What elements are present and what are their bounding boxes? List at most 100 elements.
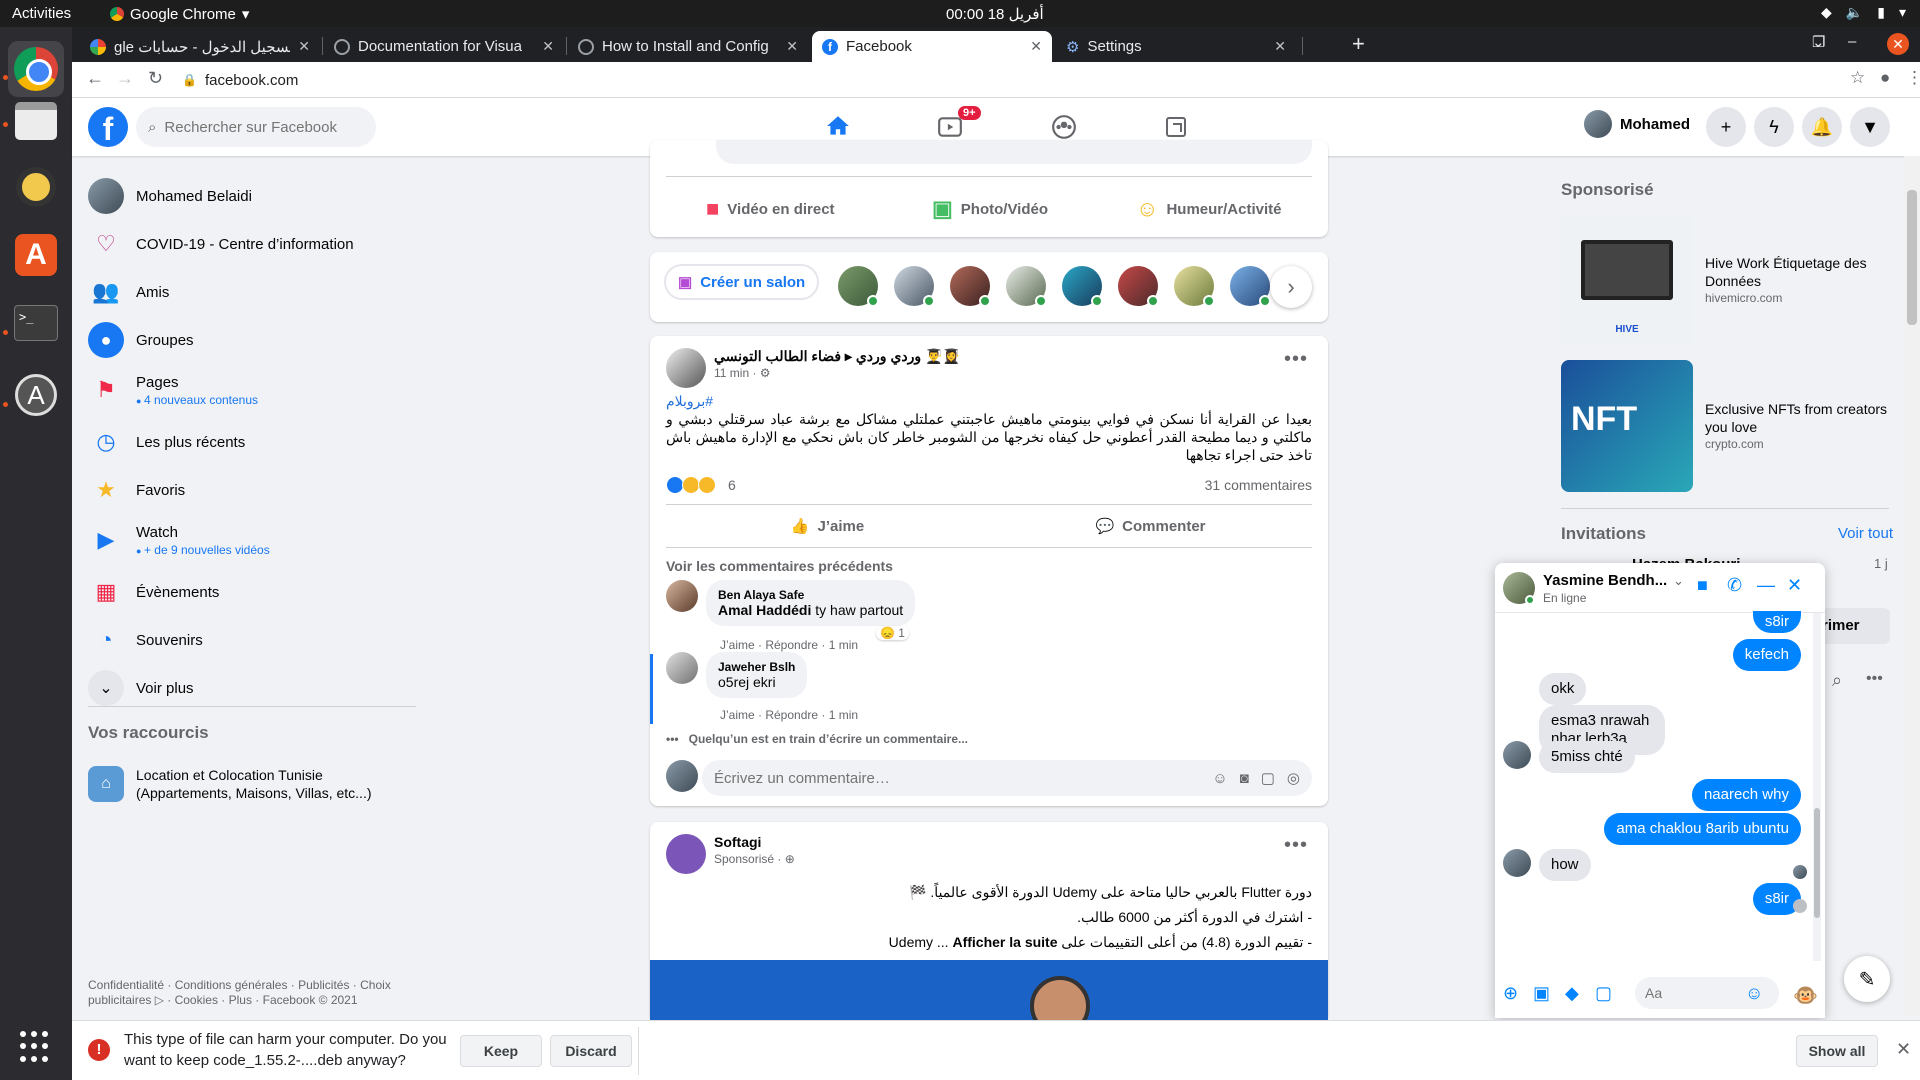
sticker-icon[interactable]: ◎	[1287, 769, 1300, 787]
tab-facebook[interactable]: f Facebook ✕	[812, 31, 1052, 62]
room-contact-avatar[interactable]	[1118, 266, 1159, 307]
reaction-summary[interactable]: 6	[666, 476, 736, 494]
ad-image[interactable]	[650, 960, 1328, 1020]
tab-google-login[interactable]: gle تسجيل الدخول - حسابات ✕	[80, 31, 320, 62]
notifications-button[interactable]: 🔔	[1802, 107, 1842, 147]
facebook-search[interactable]: ⌕	[136, 107, 376, 147]
plus-circle-icon[interactable]: ⊕	[1503, 983, 1518, 1004]
gif-icon[interactable]: ▢	[1261, 769, 1275, 787]
profile-icon[interactable]: ●	[1880, 68, 1890, 88]
comments-count[interactable]: 31 commentaires	[1205, 477, 1312, 493]
chat-input[interactable]	[1645, 985, 1745, 1001]
sticker-icon[interactable]: ◆	[1565, 983, 1579, 1004]
ad-thumbnail-nft[interactable]: NFT	[1561, 360, 1693, 492]
sidebar-item-watch[interactable]: ▶ Watch + de 9 nouvelles vidéos	[80, 514, 420, 566]
create-button[interactable]: +	[1706, 107, 1746, 147]
confirm-button[interactable]: rimer	[1820, 608, 1890, 644]
sidebar-item-groups[interactable]: ● Groupes	[80, 316, 420, 364]
sidebar-item-recent[interactable]: ◷ Les plus récents	[80, 418, 420, 466]
footer-links[interactable]: Confidentialité · Conditions générales ·…	[88, 978, 408, 1008]
bookmark-star-icon[interactable]: ☆	[1850, 68, 1865, 88]
dock-updater[interactable]: A	[8, 367, 64, 423]
address-bar[interactable]: 🔒 facebook.com	[182, 66, 1882, 94]
comment-author[interactable]: Ben Alaya Safe	[718, 588, 903, 602]
avatar[interactable]	[666, 348, 706, 388]
sidebar-item-events[interactable]: ▦ Évènements	[80, 568, 420, 616]
more-options-icon[interactable]: •••	[1284, 834, 1308, 857]
photo-icon[interactable]: ▣	[1533, 983, 1550, 1004]
post-author[interactable]: Softagi	[714, 834, 761, 850]
chevron-right-icon[interactable]: ›	[1270, 266, 1312, 308]
emoji-icon[interactable]: ☺	[1212, 770, 1227, 787]
close-icon[interactable]: ✕	[1787, 575, 1802, 596]
gif-icon[interactable]: ▢	[1595, 983, 1612, 1004]
dock-software[interactable]: A	[8, 227, 64, 283]
messenger-button[interactable]: ϟ	[1754, 107, 1794, 147]
sidebar-item-favorites[interactable]: ★ Favoris	[80, 466, 420, 514]
comment-composer[interactable]: ☺ ◙ ▢ ◎	[702, 760, 1312, 796]
room-contact-avatar[interactable]	[1006, 266, 1047, 307]
window-close-button[interactable]: ✕	[1887, 33, 1909, 55]
sidebar-item-profile[interactable]: Mohamed Belaidi	[80, 172, 420, 220]
avatar[interactable]	[666, 834, 706, 874]
more-options-icon[interactable]: •••	[1284, 348, 1308, 371]
tab-settings[interactable]: ⚙ Settings ✕	[1056, 31, 1296, 62]
tab-documentation[interactable]: Documentation for Visua ✕	[324, 31, 564, 62]
page-scrollbar-thumb[interactable]	[1907, 190, 1917, 325]
feeling-button[interactable]: ☺ Humeur/Activité	[1136, 196, 1282, 222]
close-icon[interactable]: ✕	[1030, 38, 1042, 55]
sidebar-see-more[interactable]: ⌄ Voir plus	[80, 664, 420, 712]
dock-files[interactable]	[8, 93, 64, 149]
app-menu[interactable]: Google Chrome ▾	[110, 5, 249, 23]
view-previous-comments[interactable]: Voir les commentaires précédents	[666, 558, 893, 574]
comment-input[interactable]	[714, 769, 1201, 787]
comment-author[interactable]: Jaweher Bslh	[718, 660, 795, 674]
composer-input[interactable]	[716, 140, 1312, 164]
post-timestamp[interactable]: 11 min · ⚙	[714, 366, 771, 380]
video-call-icon[interactable]: ■	[1697, 575, 1708, 596]
close-icon[interactable]: ✕	[1896, 1039, 1911, 1060]
forward-arrow-icon[interactable]: →	[116, 68, 134, 89]
minimize-icon[interactable]: –	[1848, 33, 1856, 50]
see-more-link[interactable]: Afficher la suite	[952, 934, 1057, 950]
camera-icon[interactable]: ◙	[1240, 770, 1249, 787]
hashtag-link[interactable]: #بروبلام	[666, 392, 1312, 410]
clock[interactable]: 00:00 أفريل 18	[946, 5, 1044, 23]
dock-rhythmbox[interactable]	[8, 159, 64, 215]
dock-terminal[interactable]: >_	[8, 295, 64, 351]
facebook-logo[interactable]: f	[88, 107, 128, 147]
kebab-menu-icon[interactable]: ⋮	[1906, 68, 1920, 88]
photo-video-button[interactable]: ▣ Photo/Vidéo	[932, 196, 1048, 222]
see-all-link[interactable]: Voir tout	[1838, 525, 1893, 542]
ad-thumbnail-hive[interactable]: HIVE	[1561, 214, 1693, 346]
comment-button[interactable]: 💬 Commenter	[989, 505, 1312, 547]
comment-actions[interactable]: J’aime · Répondre · 1 min	[720, 708, 858, 722]
close-icon[interactable]: ✕	[786, 38, 798, 55]
room-contact-avatar[interactable]	[950, 266, 991, 307]
chat-scrollbar-thumb[interactable]	[1814, 808, 1820, 918]
profile-button[interactable]: Mohamed	[1584, 110, 1690, 138]
mention-link[interactable]: Amal Haddédi	[718, 602, 811, 618]
room-contact-avatar[interactable]	[1174, 266, 1215, 307]
account-menu-button[interactable]: ▼	[1850, 107, 1890, 147]
discard-button[interactable]: Discard	[550, 1035, 632, 1067]
avatar[interactable]	[666, 580, 698, 612]
chat-message-field[interactable]: ☺	[1635, 977, 1779, 1009]
chat-header[interactable]: Yasmine Bendh... ⌄ En ligne ■ ✆ — ✕	[1495, 563, 1825, 613]
chat-contact-name[interactable]: Yasmine Bendh...	[1543, 572, 1683, 589]
sidebar-item-friends[interactable]: 👥 Amis	[80, 268, 420, 316]
ad-title[interactable]: Exclusive NFTs from creators you love	[1705, 400, 1905, 436]
room-contact-avatar[interactable]	[894, 266, 935, 307]
tab-how-to-install[interactable]: How to Install and Config ✕	[568, 31, 808, 62]
room-contact-avatar[interactable]	[838, 266, 879, 307]
comment-actions[interactable]: J’aime · Répondre · 1 min	[720, 638, 858, 652]
back-arrow-icon[interactable]: ←	[86, 68, 104, 89]
new-message-button[interactable]: ✎	[1844, 956, 1890, 1002]
sidebar-item-covid[interactable]: ♡ COVID-19 - Centre d’information	[80, 220, 420, 268]
like-button[interactable]: 👍 J’aime	[666, 505, 989, 547]
phone-icon[interactable]: ✆	[1727, 575, 1742, 596]
shortcut-item[interactable]: ⌂ Location et Colocation Tunisie (Appart…	[80, 756, 420, 812]
new-tab-button[interactable]: +	[1352, 31, 1365, 57]
search-input[interactable]	[164, 118, 355, 136]
close-icon[interactable]: ✕	[542, 38, 554, 55]
